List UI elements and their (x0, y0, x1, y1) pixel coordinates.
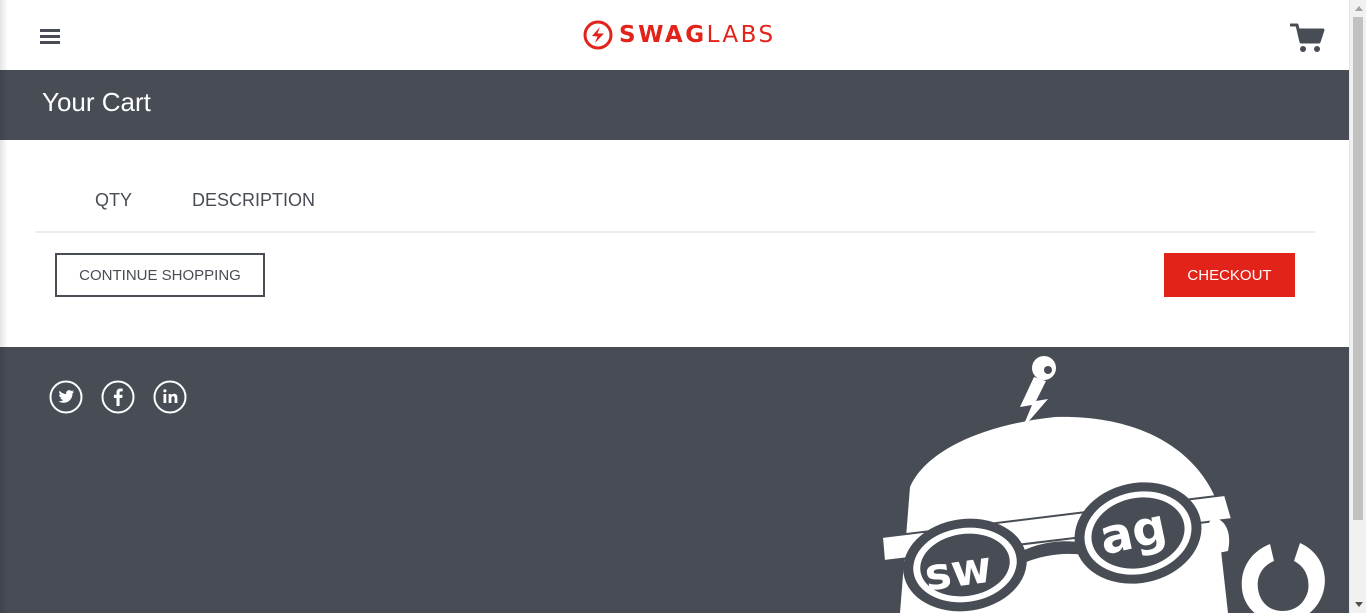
svg-text:sw: sw (922, 542, 995, 602)
header: SWAGLABS (0, 0, 1349, 70)
logo-text-light: LABS (706, 22, 776, 48)
cart-description-label: DESCRIPTION (192, 190, 316, 210)
swag-labs-logo-icon (583, 20, 613, 50)
twitter-icon (49, 380, 83, 414)
facebook-icon (101, 380, 135, 414)
checkout-button[interactable]: CHECKOUT (1164, 253, 1295, 297)
vertical-scrollbar[interactable] (1349, 0, 1366, 613)
shopping-cart-icon (1289, 23, 1325, 52)
scroll-up-arrow-icon[interactable] (1350, 0, 1366, 17)
continue-shopping-button[interactable]: CONTINUE SHOPPING (55, 253, 265, 297)
footer: sw ag (0, 347, 1349, 613)
scroll-down-arrow-icon[interactable] (1350, 596, 1366, 613)
swag-labs-logo: SWAGLABS (583, 20, 776, 50)
social-twitter-link[interactable] (49, 380, 83, 414)
swag-bot-mascot: sw ag (880, 356, 1325, 613)
logo-text-bold: SWAG (619, 22, 707, 48)
page-title: Your Cart (42, 87, 151, 117)
subheader: Your Cart (0, 70, 1349, 140)
social-facebook-link[interactable] (101, 380, 135, 414)
cart-quantity-label: QTY (95, 190, 133, 210)
cart-list: QTY DESCRIPTION (35, 140, 1315, 233)
scrollbar-thumb[interactable] (1353, 17, 1363, 520)
social-linkedin-link[interactable] (153, 380, 187, 414)
menu-button[interactable] (36, 24, 64, 50)
shopping-cart-button[interactable] (1289, 22, 1326, 54)
linkedin-icon (153, 380, 187, 414)
logo-text: SWAGLABS (619, 20, 776, 50)
page: SWAGLABS Your Cart QTY DESCRIPTION CONTI… (0, 0, 1349, 613)
